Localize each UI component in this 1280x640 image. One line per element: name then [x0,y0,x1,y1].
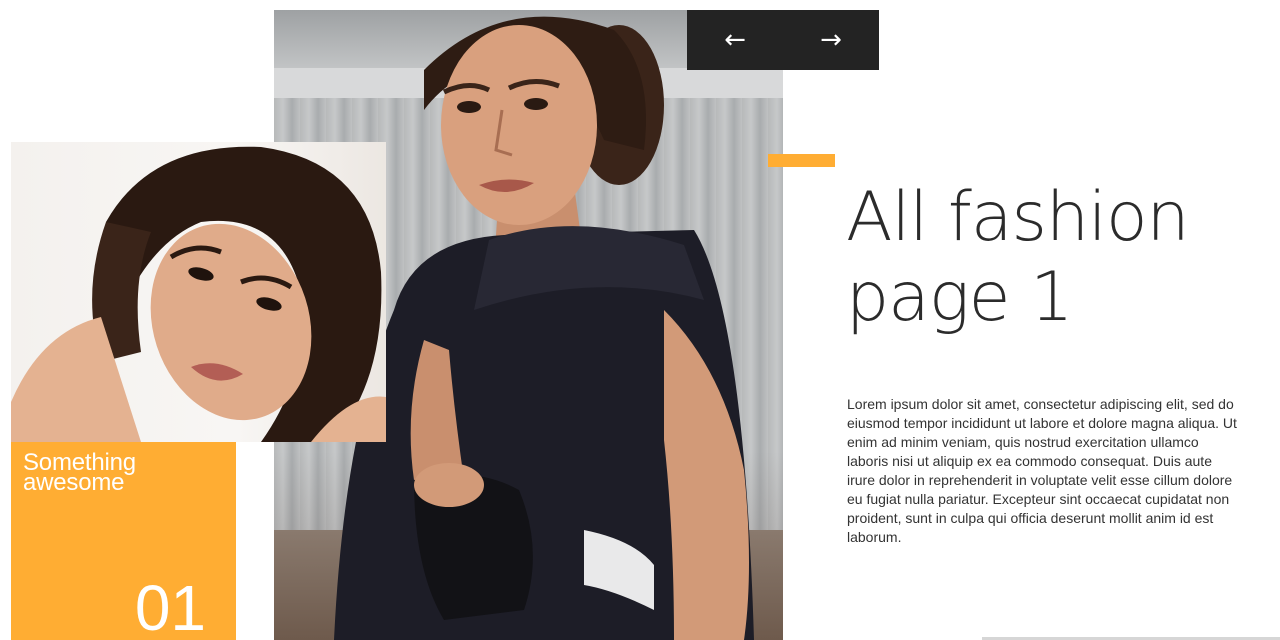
page-title-line-1: All fashion [846,178,1190,257]
next-slide-button[interactable]: → [783,10,879,70]
body-paragraph: Lorem ipsum dolor sit amet, consectetur … [847,396,1237,545]
prev-slide-button[interactable]: ← [687,10,783,70]
slide-number: 01 [134,572,206,640]
caption-card: Something awesome 01 [11,442,236,640]
fashion-slide: Something awesome 01 ← → All fashion pag… [0,0,1280,640]
accent-bar [768,154,835,167]
inset-portrait-photo [11,142,386,442]
arrow-right-icon: → [820,25,842,55]
page-title: All fashion page 1 [846,178,1246,338]
caption-title: Something awesome [23,449,136,496]
arrow-left-icon: ← [724,25,746,55]
portrait-figure [11,146,386,442]
page-title-line-2: page 1 [846,258,1073,337]
slider-nav: ← → [687,10,879,70]
